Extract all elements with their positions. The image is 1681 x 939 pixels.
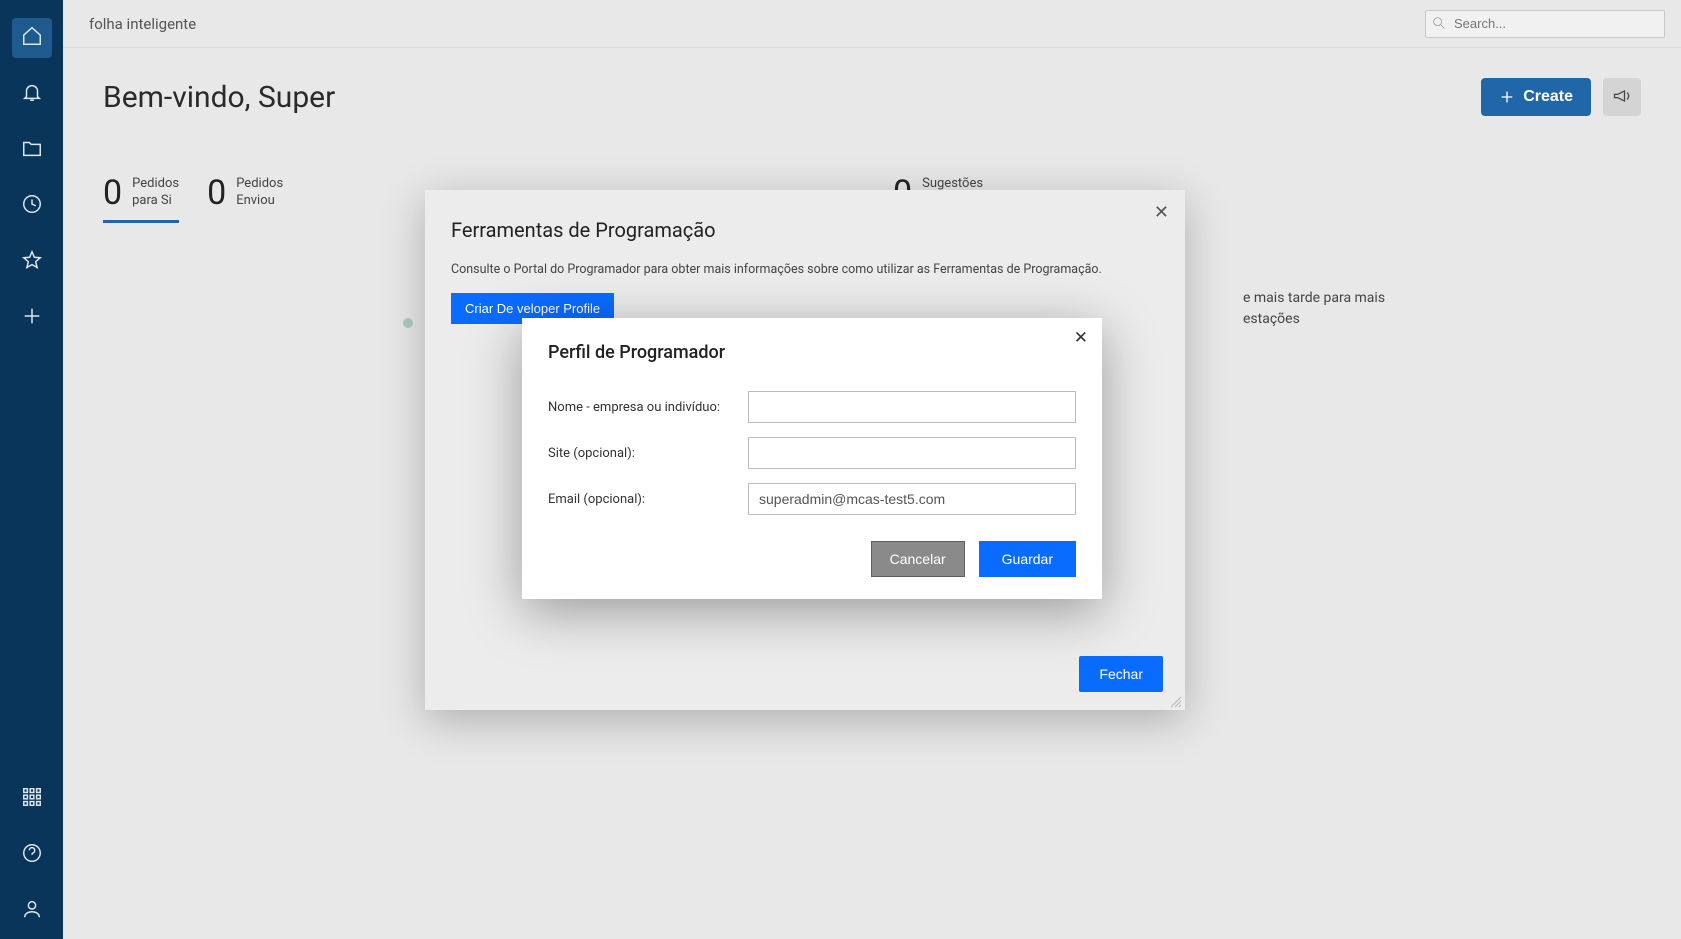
folder-icon [21, 137, 43, 163]
nav-notifications[interactable] [12, 74, 52, 114]
close-icon: ✕ [1074, 328, 1088, 347]
side-tip: e mais tarde para mais estações [1243, 288, 1403, 330]
stat-label: Pedidos Enviou [236, 176, 283, 210]
nav-account[interactable] [12, 891, 52, 931]
site-input[interactable] [748, 437, 1076, 469]
name-label: Nome - empresa ou indivíduo: [548, 400, 748, 415]
developer-profile-dialog: ✕ Perfil de Programador Nome - empresa o… [522, 318, 1102, 599]
dialog-title: Perfil de Programador [548, 342, 1076, 363]
sidebar [0, 0, 63, 939]
email-input[interactable] [748, 483, 1076, 515]
search-icon [1431, 15, 1447, 31]
nav-home[interactable] [12, 18, 52, 58]
resize-handle[interactable] [1169, 694, 1183, 708]
nav-folder[interactable] [12, 130, 52, 170]
announcements-button[interactable] [1603, 78, 1641, 116]
close-icon: ✕ [1154, 202, 1169, 222]
nav-add[interactable] [12, 298, 52, 338]
dialog-description: Consulte o Portal do Programador para ob… [425, 252, 1185, 293]
app-title: folha inteligente [89, 15, 196, 33]
plus-icon [21, 305, 43, 331]
nav-help[interactable] [12, 835, 52, 875]
create-button-label: Create [1523, 88, 1573, 106]
close-button[interactable]: ✕ [1074, 328, 1088, 348]
help-icon [21, 842, 43, 868]
search-input[interactable] [1425, 10, 1665, 38]
name-input[interactable] [748, 391, 1076, 423]
stat-number: 0 [207, 176, 226, 210]
megaphone-icon [1612, 86, 1632, 109]
create-button[interactable]: Create [1481, 78, 1591, 116]
dialog-title: Ferramentas de Programação [425, 190, 1185, 252]
search-box [1425, 10, 1665, 38]
cancel-button[interactable]: Cancelar [871, 541, 965, 577]
page-title: Bem-vindo, Super [103, 80, 335, 115]
bell-icon [21, 81, 43, 107]
site-label: Site (opcional): [548, 446, 748, 461]
email-label: Email (opcional): [548, 492, 748, 507]
grid-icon [21, 786, 43, 812]
nav-recent[interactable] [12, 186, 52, 226]
clock-icon [21, 193, 43, 219]
plus-icon [1499, 89, 1515, 105]
tab-requests-for-you[interactable]: 0 Pedidos para Si [103, 176, 179, 223]
stat-number: 0 [103, 176, 122, 210]
save-button[interactable]: Guardar [979, 541, 1076, 577]
star-icon [21, 249, 43, 275]
stat-label: Pedidos para Si [132, 176, 179, 210]
nav-favorites[interactable] [12, 242, 52, 282]
person-icon [21, 898, 43, 924]
topbar: folha inteligente [63, 0, 1681, 48]
dialog-close-button[interactable]: Fechar [1079, 656, 1163, 692]
home-icon [21, 25, 43, 51]
close-button[interactable]: ✕ [1154, 202, 1169, 223]
nav-apps[interactable] [12, 779, 52, 819]
tab-requests-sent[interactable]: 0 Pedidos Enviou [207, 176, 283, 220]
